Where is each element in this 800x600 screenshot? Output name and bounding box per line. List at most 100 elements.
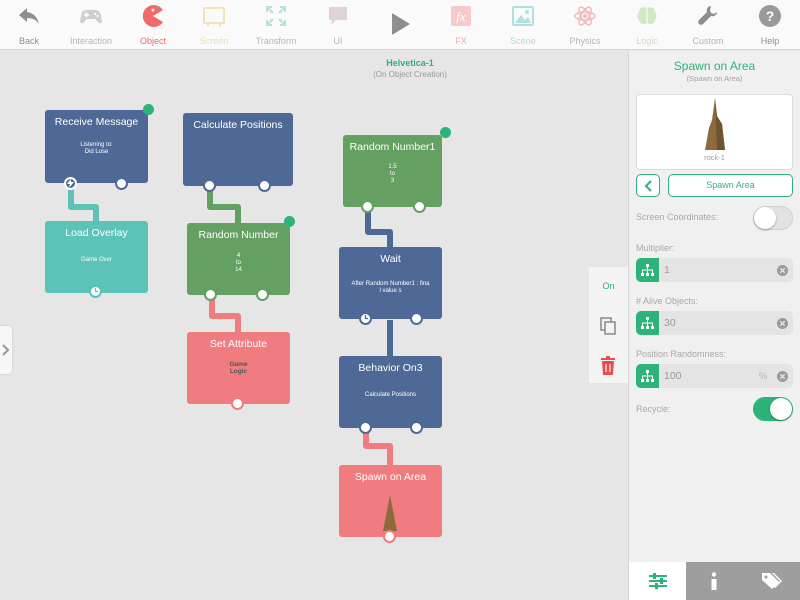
download-badge-icon [143, 104, 154, 115]
sprite-preview[interactable]: rock-1 [636, 94, 793, 170]
toolbar-back-label: Back [18, 36, 39, 46]
brain-icon [637, 7, 657, 25]
toolbar-scene-label: Scene [510, 36, 536, 46]
port-output[interactable] [115, 177, 128, 190]
pacman-icon [142, 5, 163, 27]
multiplier-field[interactable]: 1 [636, 258, 793, 282]
screen-coordinates-toggle[interactable] [753, 206, 793, 230]
speech-bubble-icon [329, 7, 347, 25]
port-output[interactable] [256, 288, 269, 301]
port-timer[interactable] [89, 285, 102, 298]
toolbar-screen[interactable]: Screen [185, 0, 243, 50]
port-output[interactable] [231, 397, 244, 410]
node-title: Calculate Positions [193, 119, 283, 131]
toolbar-physics[interactable]: Physics [556, 0, 614, 50]
node-random-number[interactable]: Random Number 4 to 14 [187, 223, 290, 295]
node-title: Spawn on Area [354, 471, 427, 483]
toolbar-custom-label: Custom [692, 36, 724, 46]
svg-text:?: ? [766, 8, 775, 24]
clear-icon[interactable] [777, 371, 788, 382]
sprite-name: rock-1 [704, 153, 725, 162]
port-output[interactable] [410, 421, 423, 434]
node-random-number1[interactable]: Random Number1 1.5 to 3 [343, 135, 442, 207]
node-body: After Random Number1 : fina l value s [351, 281, 430, 294]
position-randomness-value: 100 [664, 370, 682, 382]
toolbar-logic[interactable]: Logic [618, 0, 676, 50]
port-timer[interactable] [359, 312, 372, 325]
hierarchy-icon[interactable] [636, 364, 659, 388]
on-button[interactable]: On [589, 281, 628, 291]
toolbar-custom[interactable]: Custom [679, 0, 737, 50]
node-set-attribute[interactable]: Set Attribute Game Logic [187, 332, 290, 404]
node-actions-bar: On [589, 267, 628, 383]
image-icon [512, 6, 534, 26]
toolbar-help-label: Help [760, 36, 780, 46]
port-output[interactable] [258, 179, 271, 192]
node-calculate-positions[interactable]: Calculate Positions [183, 113, 293, 186]
percent-unit: % [759, 371, 768, 381]
node-wait[interactable]: Wait After Random Number1 : fina l value… [339, 247, 442, 319]
clear-icon[interactable] [777, 318, 788, 329]
toolbar-interaction-label: Interaction [69, 36, 113, 46]
node-behavior-on3[interactable]: Behavior On3 Calculate Positions [339, 356, 442, 428]
toolbar-ui[interactable]: UI [309, 0, 367, 50]
port-output[interactable] [413, 200, 426, 213]
port-output[interactable] [383, 530, 396, 543]
hierarchy-icon[interactable] [636, 311, 659, 335]
hierarchy-icon[interactable] [636, 258, 659, 282]
port-trigger[interactable] [64, 177, 77, 190]
panel-subtitle: (Spawn on Area) [686, 74, 743, 83]
trash-icon[interactable] [600, 356, 616, 375]
node-spawn-on-area[interactable]: Spawn on Area [339, 465, 442, 537]
toggle-knob [754, 207, 776, 229]
clear-icon[interactable] [777, 265, 788, 276]
toolbar-fx[interactable]: fx FX [432, 0, 490, 50]
toggle-knob [770, 398, 792, 420]
multiplier-label: Multiplier: [636, 243, 675, 253]
port-input[interactable] [204, 288, 217, 301]
copy-icon[interactable] [600, 317, 616, 335]
behavior-canvas[interactable]: Helvetica-1 (On Object Creation) Receive… [0, 51, 628, 600]
port-input[interactable] [359, 421, 372, 434]
toolbar-logic-label: Logic [636, 36, 658, 46]
node-title: Random Number1 [349, 141, 436, 153]
alive-objects-label: # Alive Objects: [636, 296, 699, 306]
panel-title: Spawn on Area [673, 59, 756, 73]
spawn-area-button[interactable]: Spawn Area [668, 174, 793, 197]
panel-back-button[interactable] [636, 174, 660, 197]
panel-tabs [629, 562, 800, 600]
node-body: 1.5 to 3 [388, 164, 397, 184]
alive-objects-value: 30 [664, 317, 676, 329]
node-load-overlay[interactable]: Load Overlay Game Over [45, 221, 148, 293]
multiplier-value: 1 [664, 264, 670, 276]
toolbar-help[interactable]: ? Help [741, 0, 799, 50]
transform-arrows-icon [266, 6, 286, 26]
sliders-icon [649, 573, 667, 589]
node-title: Random Number [198, 229, 279, 241]
port-output[interactable] [410, 312, 423, 325]
node-body: Game Over [80, 257, 112, 263]
tab-tags[interactable] [743, 562, 800, 600]
toolbar-back[interactable]: Back [0, 0, 58, 50]
node-title: Receive Message [54, 116, 139, 128]
rock-sprite-icon [383, 495, 397, 531]
port-input[interactable] [361, 200, 374, 213]
info-icon [711, 572, 717, 590]
properties-panel: Spawn on Area (Spawn on Area) rock-1 Spa… [628, 51, 800, 600]
recycle-toggle[interactable] [753, 397, 793, 421]
node-body: Calculate Positions [364, 392, 417, 398]
node-title: Wait [380, 253, 401, 265]
port-input[interactable] [203, 179, 216, 192]
toolbar-play[interactable] [371, 0, 429, 50]
node-receive-message[interactable]: Receive Message Listening to: Did Lose [45, 110, 148, 183]
toolbar-scene[interactable]: Scene [494, 0, 552, 50]
toolbar-transform[interactable]: Transform [247, 0, 305, 50]
tab-settings[interactable] [629, 562, 686, 600]
toolbar-physics-label: Physics [569, 36, 601, 46]
alive-objects-field[interactable]: 30 [636, 311, 793, 335]
toolbar-interaction[interactable]: Interaction [62, 0, 120, 50]
toolbar-object[interactable]: Object [124, 0, 182, 50]
position-randomness-field[interactable]: 100 % [636, 364, 793, 388]
tab-info[interactable] [686, 562, 743, 600]
toolbar-ui-label: UI [333, 36, 343, 46]
